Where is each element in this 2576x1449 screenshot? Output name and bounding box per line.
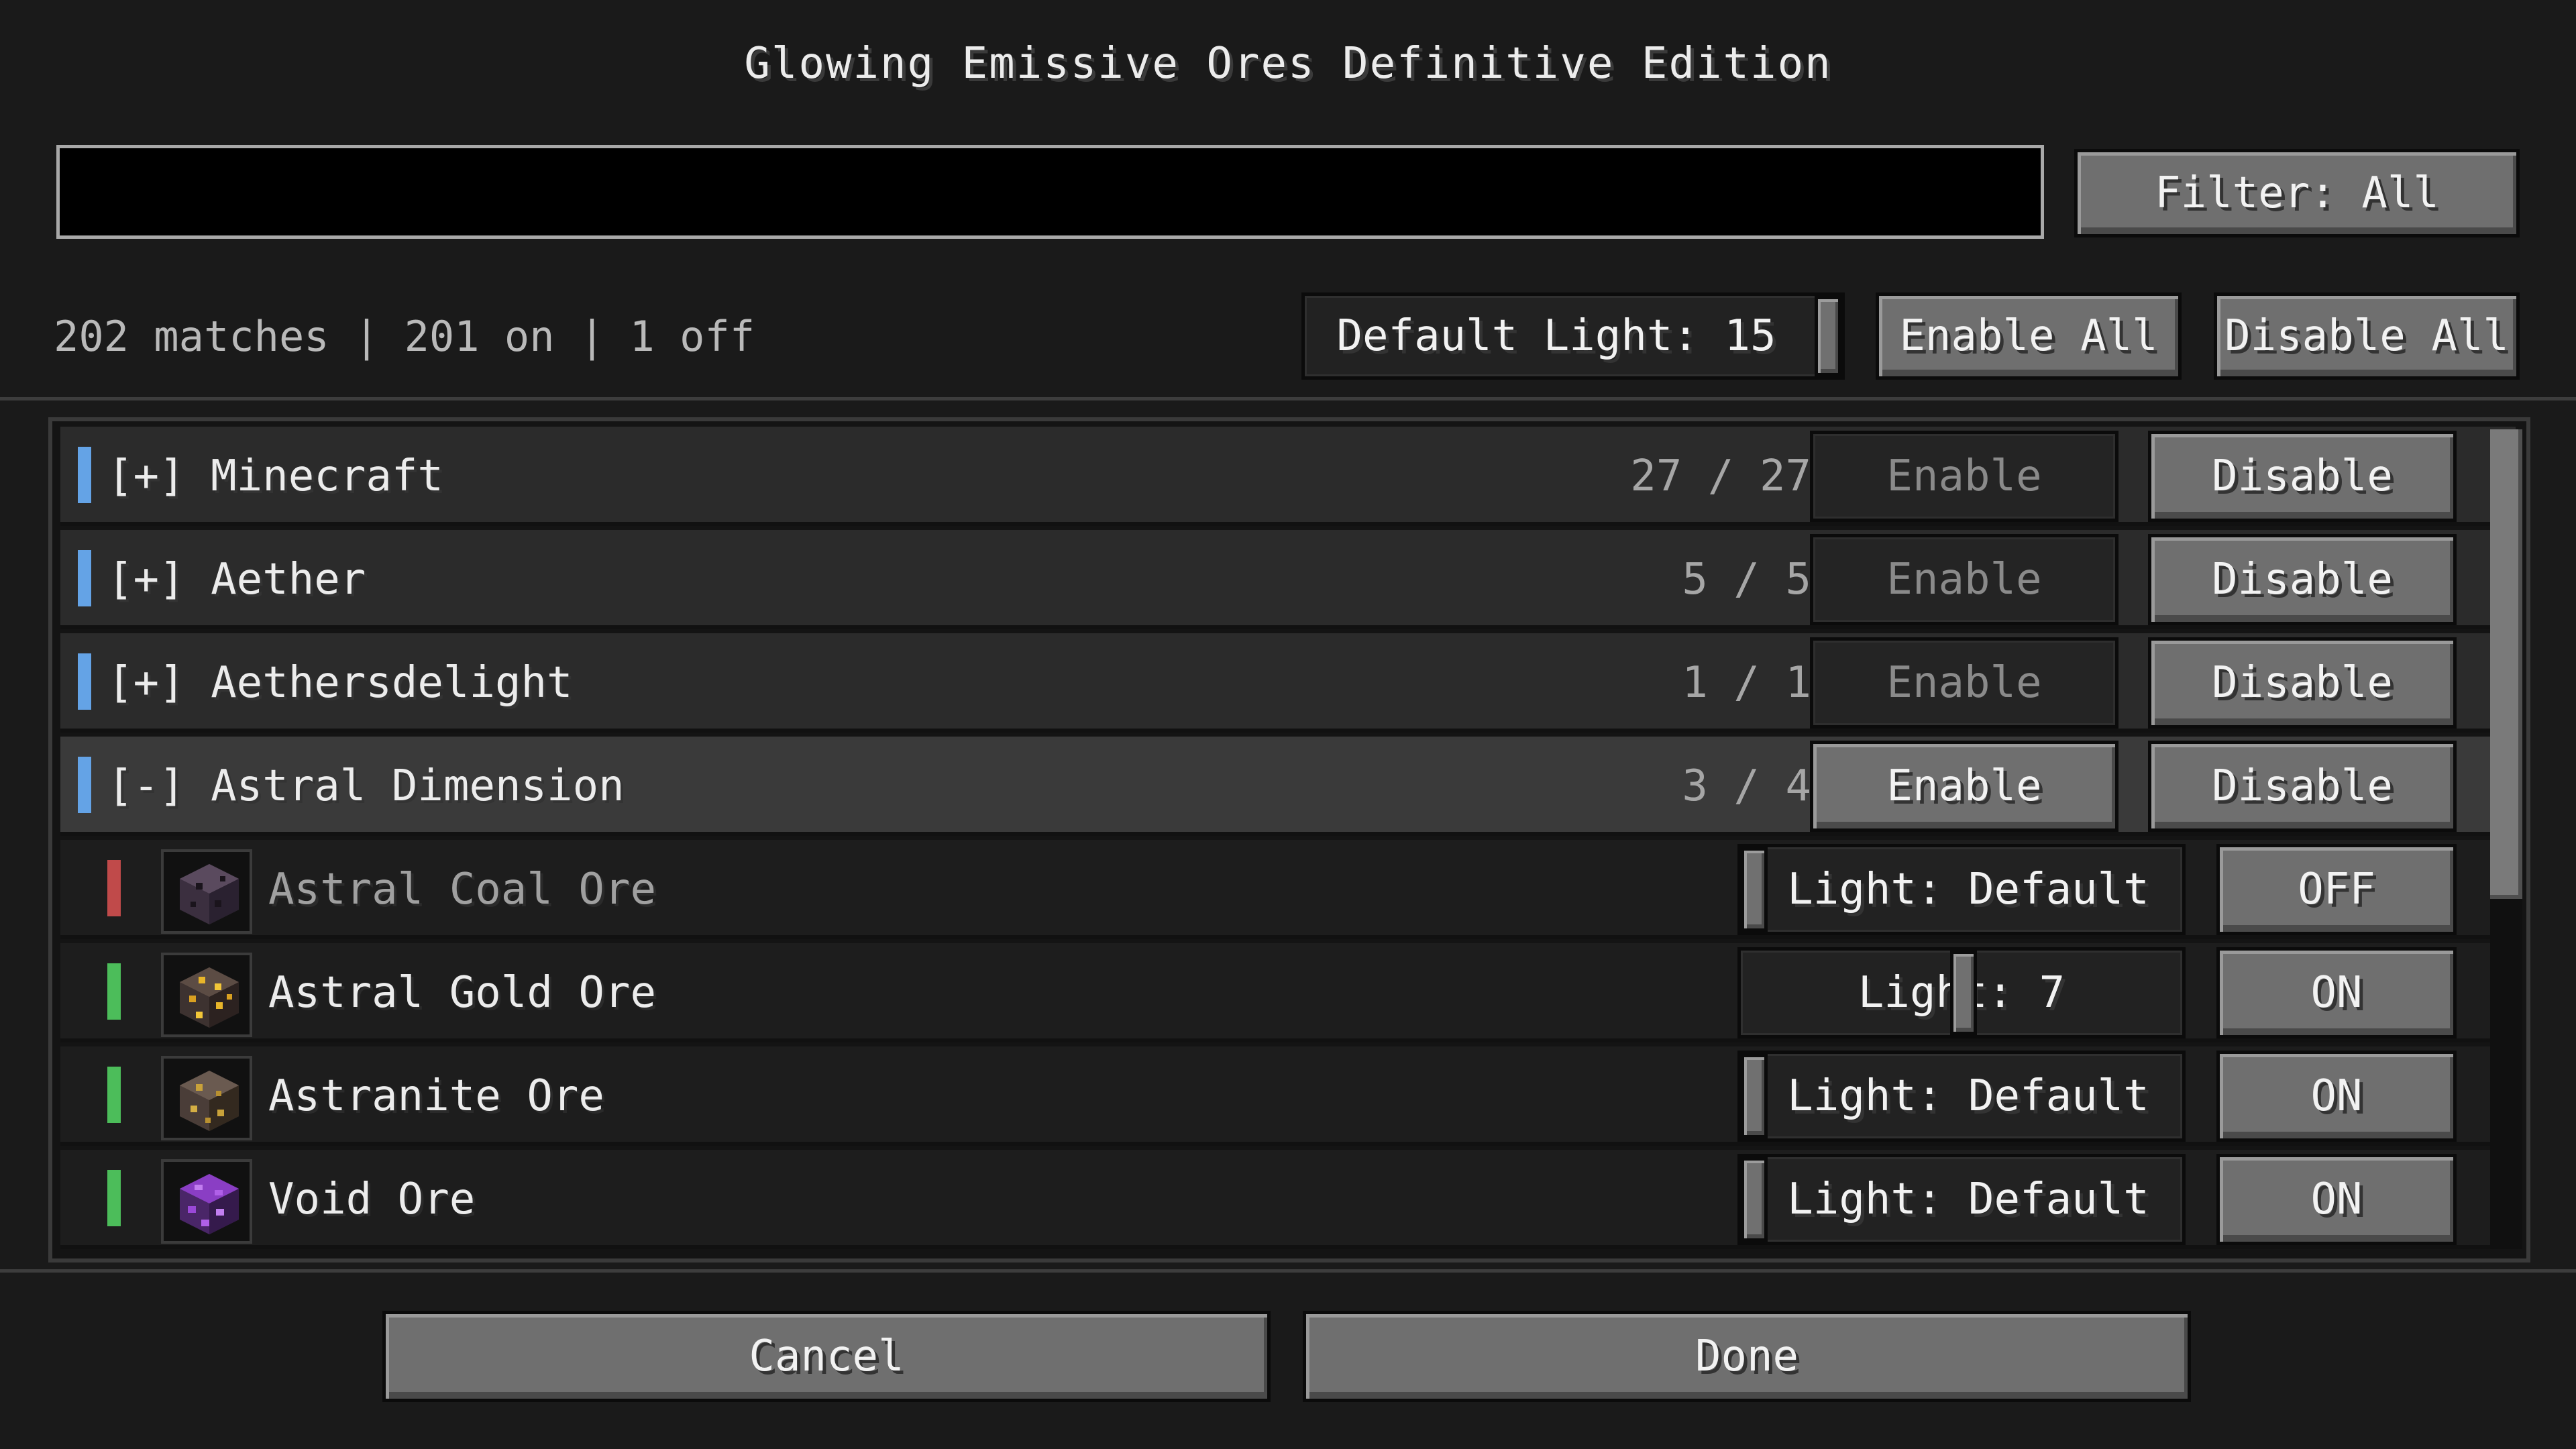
light-slider[interactable]: Light: Default	[1737, 1154, 2186, 1245]
group-row-aether[interactable]: [+] Aether 5 / 5 Enable Disable	[60, 530, 2516, 629]
astranite-ore-icon	[161, 1056, 252, 1140]
group-enable-button[interactable]: Enable	[1810, 431, 2118, 522]
ore-row-astral-gold-ore[interactable]: Astral Gold Ore Light: 7 ON	[60, 943, 2516, 1042]
astral-gold-ore-icon	[161, 953, 252, 1037]
divider	[0, 1269, 2576, 1273]
ore-toggle-button[interactable]: ON	[2216, 947, 2457, 1038]
group-count: 3 / 4	[1682, 761, 1811, 811]
filter-button[interactable]: Filter: All	[2074, 149, 2520, 237]
group-count: 1 / 1	[1682, 658, 1811, 708]
group-color-bar	[78, 757, 91, 813]
ore-row-astral-coal-ore[interactable]: Astral Coal Ore Light: Default OFF	[60, 840, 2516, 939]
light-label: Light: Default	[1787, 1175, 2149, 1224]
default-light-slider[interactable]: Default Light: 15	[1301, 292, 1845, 380]
group-color-bar	[78, 447, 91, 503]
group-row-astral-dimension[interactable]: [-] Astral Dimension 3 / 4 Enable Disabl…	[60, 737, 2516, 836]
light-slider[interactable]: Light: 7	[1737, 947, 2186, 1038]
disable-all-button[interactable]: Disable All	[2214, 292, 2520, 380]
match-status: 202 matches | 201 on | 1 off	[54, 312, 755, 361]
group-color-bar	[78, 550, 91, 606]
group-enable-button[interactable]: Enable	[1810, 637, 2118, 729]
light-label: Light: Default	[1787, 865, 2149, 914]
group-label[interactable]: [+] Aethersdelight	[107, 633, 573, 733]
group-disable-button[interactable]: Disable	[2148, 741, 2457, 832]
group-color-bar	[78, 653, 91, 710]
light-slider[interactable]: Light: Default	[1737, 1051, 2186, 1142]
ore-name: Astral Gold Ore	[268, 968, 656, 1018]
group-count: 27 / 27	[1630, 451, 1811, 501]
light-label: Light: Default	[1787, 1071, 2149, 1121]
group-row-minecraft[interactable]: [+] Minecraft 27 / 27 Enable Disable	[60, 427, 2516, 526]
group-label[interactable]: [-] Astral Dimension	[107, 737, 625, 836]
cancel-button[interactable]: Cancel	[382, 1311, 1271, 1402]
status-color-bar	[107, 860, 121, 916]
light-slider-handle[interactable]	[1950, 951, 1977, 1035]
ore-toggle-button[interactable]: ON	[2216, 1051, 2457, 1142]
group-enable-button[interactable]: Enable	[1810, 741, 2118, 832]
ore-name: Astranite Ore	[268, 1071, 604, 1121]
ore-name: Astral Coal Ore	[268, 865, 656, 914]
ore-row-void-ore[interactable]: Void Ore Light: Default ON	[60, 1150, 2516, 1249]
default-light-label: Default Light: 15	[1336, 311, 1776, 361]
status-color-bar	[107, 1170, 121, 1226]
group-row-aethersdelight[interactable]: [+] Aethersdelight 1 / 1 Enable Disable	[60, 633, 2516, 733]
search-input[interactable]	[56, 145, 2044, 239]
ore-list[interactable]: [+] Minecraft 27 / 27 Enable Disable [+]…	[48, 417, 2530, 1263]
list-scrollbar-thumb[interactable]	[2490, 429, 2522, 899]
status-color-bar	[107, 1067, 121, 1123]
group-enable-button[interactable]: Enable	[1810, 534, 2118, 625]
screen-title: Glowing Emissive Ores Definitive Edition	[744, 39, 1832, 89]
group-disable-button[interactable]: Disable	[2148, 431, 2457, 522]
light-slider-handle[interactable]	[1741, 1157, 1768, 1242]
void-ore-icon	[161, 1159, 252, 1244]
group-disable-button[interactable]: Disable	[2148, 637, 2457, 729]
ore-name: Void Ore	[268, 1175, 476, 1224]
ore-toggle-button[interactable]: ON	[2216, 1154, 2457, 1245]
divider	[0, 397, 2576, 400]
light-slider[interactable]: Light: Default	[1737, 844, 2186, 935]
done-button[interactable]: Done	[1303, 1311, 2191, 1402]
enable-all-button[interactable]: Enable All	[1876, 292, 2182, 380]
astral-coal-ore-icon	[161, 849, 252, 934]
light-slider-handle[interactable]	[1741, 847, 1768, 932]
ore-row-astranite-ore[interactable]: Astranite Ore Light: Default ON	[60, 1046, 2516, 1146]
default-light-slider-handle[interactable]	[1815, 296, 1841, 376]
light-slider-handle[interactable]	[1741, 1054, 1768, 1138]
group-disable-button[interactable]: Disable	[2148, 534, 2457, 625]
group-label[interactable]: [+] Aether	[107, 530, 366, 629]
group-label[interactable]: [+] Minecraft	[107, 427, 443, 526]
status-color-bar	[107, 963, 121, 1020]
ore-toggle-button[interactable]: OFF	[2216, 844, 2457, 935]
group-count: 5 / 5	[1682, 555, 1811, 604]
